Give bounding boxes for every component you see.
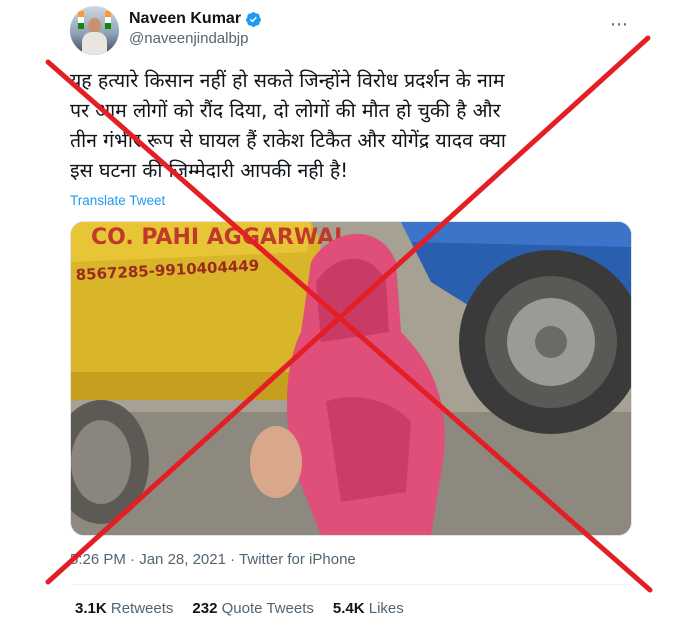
quote-tweets-stat[interactable]: 232 Quote Tweets <box>192 600 313 617</box>
author-avatar[interactable] <box>70 6 119 55</box>
tweet-media-video[interactable]: CO. PAHI AGGARWAL 8567285-9910404449 <box>70 221 632 536</box>
flag-right <box>105 11 111 29</box>
retweets-stat[interactable]: 3.1K Retweets <box>75 600 173 617</box>
divider <box>70 584 630 585</box>
tweet-line: इस घटना की जिम्मेदारी आपकी नही है! <box>70 159 349 182</box>
likes-label: Likes <box>368 600 404 617</box>
meta-separator: · <box>125 551 140 568</box>
avatar-head <box>88 18 101 33</box>
retweets-label: Retweets <box>110 600 174 617</box>
avatar-body <box>82 32 107 55</box>
author-handle[interactable]: @naveenjindalbjp <box>129 30 248 47</box>
tweet-line: यह हत्यारे किसान नहीं हो सकते जिन्होंने … <box>70 69 505 92</box>
tweet-line: तीन गंभीर रूप से घायल हैं राकेश टिकैत और… <box>70 129 506 152</box>
author-display-name[interactable]: Naveen Kumar <box>129 10 241 28</box>
tweet-text: यह हत्यारे किसान नहीं हो सकते जिन्होंने … <box>70 66 630 186</box>
retweets-count: 3.1K <box>75 600 107 617</box>
likes-stat[interactable]: 5.4K Likes <box>333 600 404 617</box>
video-frame: CO. PAHI AGGARWAL 8567285-9910404449 <box>71 222 631 535</box>
author-name-row: Naveen Kumar <box>129 10 262 28</box>
tweet-line: पर आम लोगों को रौंद दिया, दो लोगों की मौ… <box>70 99 501 122</box>
more-options-icon[interactable]: ⋯ <box>610 14 629 35</box>
tweet-metadata: 5:26 PM · Jan 28, 2021 · Twitter for iPh… <box>70 551 356 568</box>
tweet-source[interactable]: Twitter for iPhone <box>239 551 356 568</box>
likes-count: 5.4K <box>332 600 365 617</box>
quote-tweets-count: 232 <box>192 600 218 617</box>
tweet-stats: 3.1K Retweets 232 Quote Tweets 5.4K Like… <box>75 600 404 617</box>
translate-tweet-link[interactable]: Translate Tweet <box>70 193 165 208</box>
verified-badge-icon <box>246 11 261 27</box>
truck-text-top: CO. PAHI AGGARWAL <box>91 225 348 250</box>
flag-left <box>78 11 84 29</box>
tweet-time[interactable]: 5:26 PM <box>70 551 126 568</box>
tweet-date[interactable]: Jan 28, 2021 <box>139 551 226 568</box>
quote-tweets-label: Quote Tweets <box>221 600 314 617</box>
meta-separator: · <box>225 551 240 568</box>
tweet-card: Naveen Kumar @naveenjindalbjp ⋯ यह हत्या… <box>0 0 700 627</box>
